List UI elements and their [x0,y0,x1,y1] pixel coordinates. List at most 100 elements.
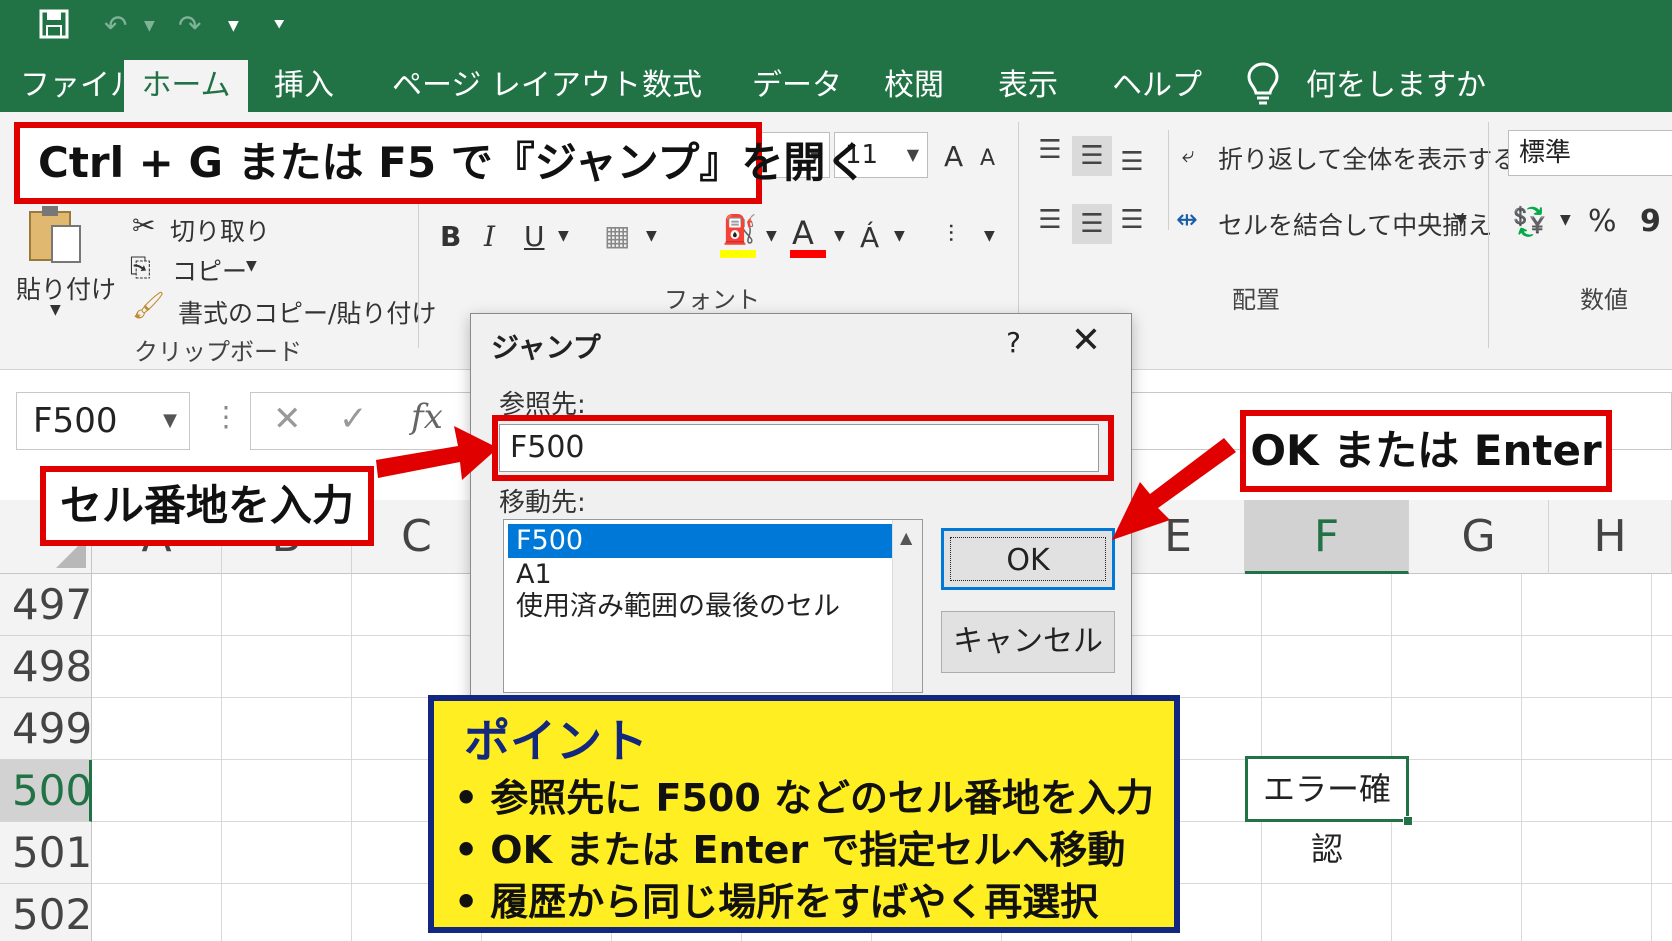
name-box-value: F500 [33,401,118,441]
redo-dropdown-icon[interactable]: ▼ [228,8,239,44]
list-item[interactable]: F500 [508,524,892,558]
undo-dropdown-icon[interactable]: ▼ [144,8,155,44]
ok-button[interactable]: OK [941,528,1115,590]
vertical-text-dropdown-icon[interactable]: ▼ [984,228,995,244]
name-box[interactable]: F500 ▼ [16,392,190,450]
align-left-icon[interactable]: ☰ [1030,200,1070,240]
bold-button[interactable]: B [440,220,461,253]
cancel-button[interactable]: キャンセル [941,611,1115,673]
font-color-dropdown-icon[interactable]: ▼ [834,228,845,244]
column-header-h[interactable]: H [1549,500,1672,574]
fill-dropdown-icon[interactable]: ▼ [766,228,777,244]
row-header-499[interactable]: 499 [0,698,92,760]
point-title: ポイント [464,714,648,768]
tab-insert[interactable]: 挿入 [262,60,346,112]
fill-color-icon[interactable]: ⛽ [722,212,757,248]
row-header-501[interactable]: 501 [0,822,92,884]
active-cell-f500[interactable]: エラー確認 [1245,756,1413,868]
point-box: ポイント 参照先に F500 などのセル番地を入力 OK または Enter で… [428,695,1180,933]
italic-button[interactable]: I [484,220,495,253]
paste-button[interactable]: 貼り付け [16,270,116,306]
row-header-498[interactable]: 498 [0,636,92,698]
currency-dropdown-icon[interactable]: ▼ [1560,212,1571,228]
borders-dropdown-icon[interactable]: ▼ [646,228,657,244]
listbox-scrollbar[interactable]: ▲ [892,520,922,692]
ok-enter-callout: OK または Enter [1240,410,1612,492]
borders-icon[interactable]: ▦ [604,218,630,254]
font-color-button[interactable]: A [792,214,814,252]
column-header-g[interactable]: G [1409,500,1549,574]
undo-icon[interactable]: ↶ [104,8,127,44]
tab-view[interactable]: 表示 [986,60,1070,112]
goto-listbox[interactable]: F500 A1 使用済み範囲の最後のセル ▲ [503,519,923,693]
wrap-text-icon[interactable]: ⤶ [1182,138,1194,174]
decrease-font-button[interactable]: A [980,146,995,171]
confirm-entry-icon[interactable]: ✓ [339,399,368,439]
comma-button[interactable]: 9 [1640,204,1661,239]
copy-dropdown-icon[interactable]: ▼ [246,258,257,274]
merge-dropdown-icon[interactable]: ▼ [1456,212,1467,228]
enter-address-callout: セル番地を入力 [40,466,374,546]
merge-center-button[interactable]: セルを結合して中央揃え [1218,206,1492,242]
format-painter-button[interactable]: 書式のコピー/貼り付け [178,294,436,330]
lightbulb-icon [1247,62,1279,105]
increase-font-button[interactable]: A [944,140,963,173]
align-bottom-icon[interactable]: ☰ [1112,142,1152,182]
tell-me-search[interactable]: 何をしますか [1294,60,1498,112]
more-options-icon[interactable]: ⋮ [212,400,240,433]
scissors-icon[interactable]: ✂ [132,208,155,244]
customize-qat-icon[interactable]: ⯆ [272,8,286,44]
tab-review[interactable]: 校閲 [872,60,956,112]
number-format-dropdown[interactable]: 標準 [1508,130,1672,176]
number-format-value: 標準 [1519,138,1572,168]
row-header-500[interactable]: 500 [0,760,92,822]
copy-icon[interactable]: ⎘ [130,250,151,286]
paste-icon[interactable] [26,204,84,266]
title-bar: ↶ ▼ ↷ ▼ ⯆ [0,0,1672,52]
tab-data[interactable]: データ [740,60,854,112]
goto-dialog: ジャンプ ? ✕ 参照先: F500 移動先: F500 A1 使用済み範囲の最… [470,313,1132,719]
phonetic-icon[interactable]: Á [860,220,879,256]
percent-button[interactable]: % [1588,204,1617,239]
fill-handle[interactable] [1403,816,1413,826]
underline-dropdown-icon[interactable]: ▼ [558,228,569,244]
row-header-502[interactable]: 502 [0,884,92,941]
align-right-icon[interactable]: ☰ [1112,200,1152,240]
ribbon-tabs: ファイル ホーム 挿入 ページ レイアウト 数式 データ 校閲 表示 ヘルプ 何… [0,52,1672,112]
redo-icon[interactable]: ↷ [178,8,201,44]
scroll-up-icon[interactable]: ▲ [900,528,912,547]
format-painter-icon[interactable]: 🖌 [132,288,165,324]
list-item[interactable]: 使用済み範囲の最後のセル [508,590,892,624]
align-center-icon[interactable]: ☰ [1072,204,1112,244]
merge-center-icon[interactable]: ⇹ [1176,202,1198,238]
cancel-entry-icon[interactable]: ✕ [273,399,302,439]
font-color-swatch [790,250,826,258]
vertical-text-icon[interactable]: ⫶ [948,216,954,252]
currency-icon[interactable]: 💱 [1512,204,1547,240]
tab-home[interactable]: ホーム [124,60,248,112]
align-top-icon[interactable]: ☰ [1030,130,1070,170]
close-icon[interactable]: ✕ [1071,320,1101,361]
dialog-help-button[interactable]: ? [1006,326,1021,359]
row-header-497[interactable]: 497 [0,574,92,636]
align-middle-icon[interactable]: ☰ [1072,136,1112,176]
font-group-label: フォント [664,286,760,314]
paste-dropdown-icon[interactable]: ▼ [50,302,61,318]
tab-help[interactable]: ヘルプ [1100,60,1214,112]
reference-highlight-frame [492,415,1114,481]
point-item: 参照先に F500 などのセル番地を入力 [454,767,1154,822]
shortcut-callout: Ctrl + G または F5 で『ジャンプ』を開く [14,122,867,204]
clipboard-group-label: クリップボード [134,338,302,366]
tab-formulas[interactable]: 数式 [630,60,714,112]
alignment-group-label: 配置 [1232,286,1280,314]
underline-button[interactable]: U [524,220,545,253]
insert-function-button[interactable]: fx [411,397,443,437]
cut-button[interactable]: 切り取り [170,212,270,248]
phonetic-dropdown-icon[interactable]: ▼ [894,228,905,244]
wrap-text-button[interactable]: 折り返して全体を表示する [1218,140,1517,176]
save-icon[interactable] [38,8,70,49]
copy-button[interactable]: コピー [172,252,247,288]
tab-page-layout[interactable]: ページ レイアウト [380,60,653,112]
list-item[interactable]: A1 [508,558,892,592]
column-header-f[interactable]: F [1245,500,1409,574]
